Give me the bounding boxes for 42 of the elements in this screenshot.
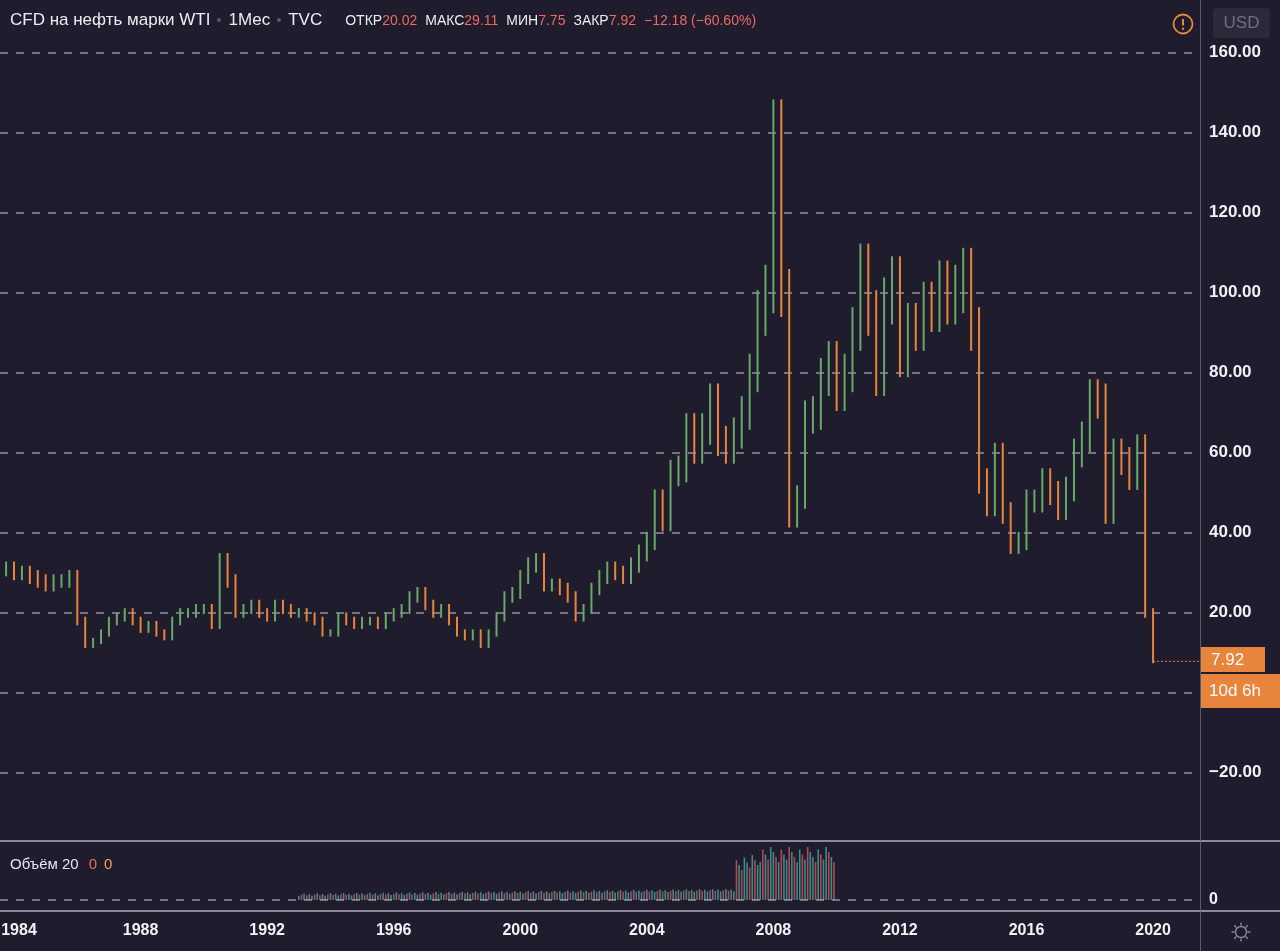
time-axis-label: 2016 [1008, 921, 1045, 939]
price-axis-label: 160.00 [1209, 42, 1261, 62]
last-price-line [1152, 660, 1200, 662]
time-axis-label: 1984 [1, 921, 37, 939]
ohlc-label: ОТКР [345, 12, 383, 28]
price-axis-label: 40.00 [1209, 522, 1252, 542]
ohlc-value: 20.02 [382, 12, 418, 28]
price-axis-label: 60.00 [1209, 442, 1252, 462]
interval-label[interactable]: 1Мес [228, 10, 271, 30]
time-axis-label: 1988 [122, 921, 159, 939]
price-axis-label: 120.00 [1209, 202, 1261, 222]
price-axis-label: −20.00 [1209, 762, 1262, 782]
price-axis-label: 100.00 [1209, 282, 1261, 302]
price-change: −12.18 (−60.60%) [643, 12, 757, 28]
time-axis-label: 1992 [249, 921, 285, 939]
price-axis-label: 140.00 [1209, 122, 1261, 142]
time-axis-label: 2000 [502, 921, 539, 939]
volume-title: Объём 20 [10, 855, 79, 872]
ohlc-label: МИН [506, 12, 539, 28]
separator-dot [217, 18, 222, 22]
warning-icon[interactable] [1172, 13, 1194, 35]
time-axis-label: 2020 [1135, 921, 1171, 939]
time-axis-label: 1996 [375, 921, 412, 939]
ohlc-label: ЗАКР [573, 12, 609, 28]
countdown-label: 10d 6h [1201, 674, 1280, 709]
ohlc-value: 7.92 [608, 12, 636, 28]
price-axis-label: 80.00 [1209, 362, 1252, 382]
symbol-name[interactable]: CFD на нефть марки WTI [10, 10, 211, 30]
time-axis-label: 2004 [629, 921, 665, 939]
volume-value: 0 [88, 855, 97, 872]
ohlc-value: 29.11 [464, 12, 499, 28]
time-axis-label: 2008 [755, 921, 792, 939]
volume-value: 0 [104, 855, 113, 872]
volume-axis-label: 0 [1209, 890, 1218, 908]
exchange-label: TVC [288, 10, 323, 30]
price-axis-label: 20.00 [1209, 602, 1252, 622]
separator-dot [277, 18, 282, 22]
last-price-label: 7.92 [1201, 647, 1265, 673]
ohlc-label: МАКС [425, 12, 465, 28]
ohlc-value: 7.75 [538, 12, 566, 28]
settings-icon[interactable] [1229, 920, 1252, 943]
time-axis-label: 2012 [882, 921, 918, 939]
